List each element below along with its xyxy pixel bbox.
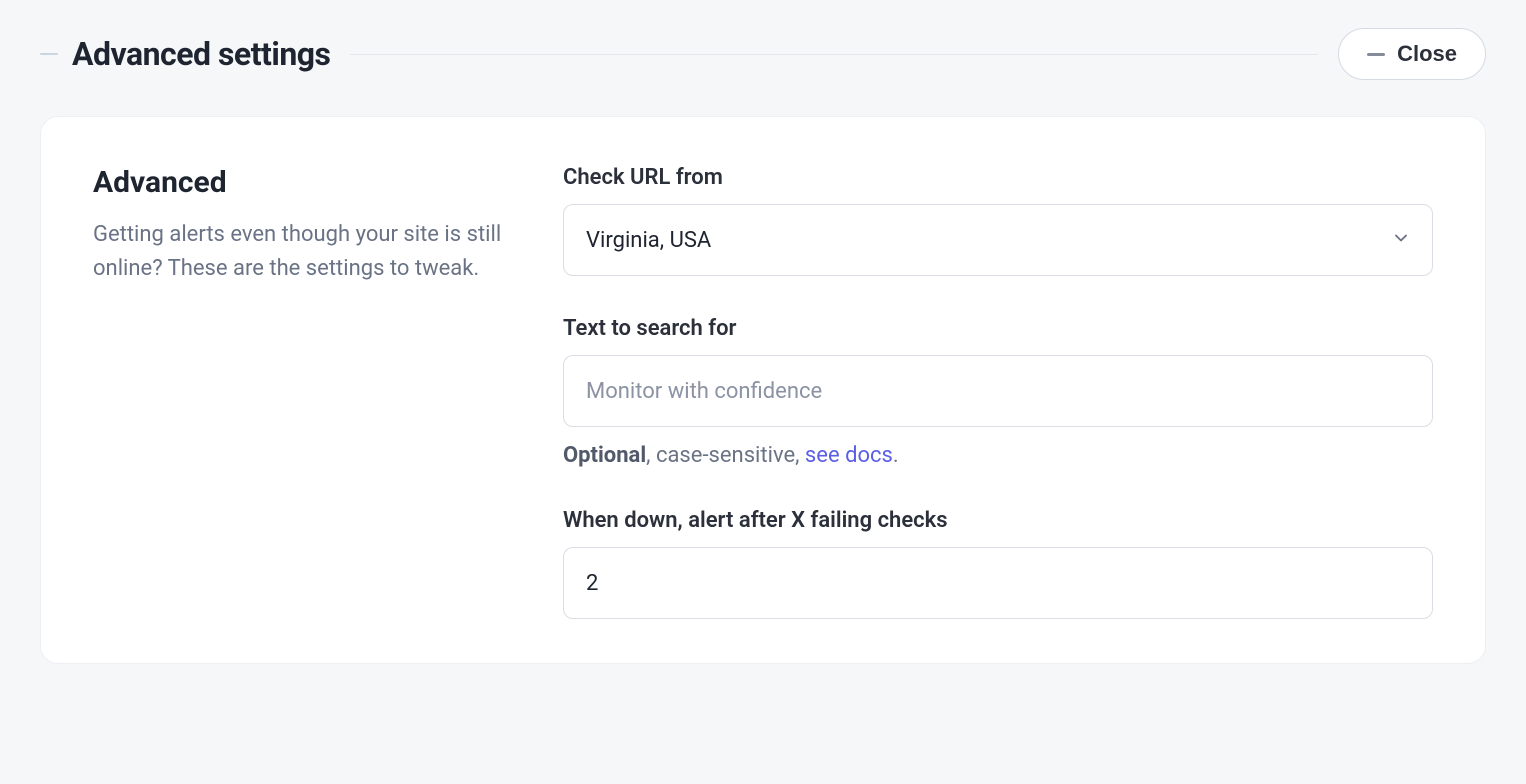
help-text-part: , case-sensitive, [646, 443, 805, 468]
minus-icon [40, 53, 58, 55]
help-suffix: . [893, 443, 899, 468]
see-docs-link[interactable]: see docs [805, 443, 893, 468]
alert-after-label: When down, alert after X failing checks [563, 508, 1433, 533]
minus-icon [1367, 53, 1385, 56]
field-alert-after: When down, alert after X failing checks [563, 508, 1433, 619]
help-strong: Optional [563, 443, 646, 468]
close-button[interactable]: Close [1338, 28, 1486, 80]
divider [350, 54, 1318, 55]
advanced-title: Advanced [93, 165, 503, 200]
section-title: Advanced settings [72, 35, 330, 73]
close-label: Close [1397, 41, 1457, 67]
section-header: Advanced settings Close [0, 0, 1526, 80]
advanced-intro: Advanced Getting alerts even though your… [93, 165, 503, 619]
text-search-label: Text to search for [563, 316, 1433, 341]
check-url-select-wrap: Virginia, USA [563, 204, 1433, 276]
advanced-fields: Check URL from Virginia, USA Text to sea… [563, 165, 1433, 619]
field-text-search: Text to search for Optional, case-sensit… [563, 316, 1433, 468]
advanced-description: Getting alerts even though your site is … [93, 218, 503, 286]
check-url-label: Check URL from [563, 165, 1433, 190]
advanced-card: Advanced Getting alerts even though your… [40, 116, 1486, 664]
text-search-help: Optional, case-sensitive, see docs. [563, 443, 1433, 468]
check-url-select[interactable]: Virginia, USA [563, 204, 1433, 276]
section-header-left: Advanced settings [40, 35, 330, 73]
alert-after-input[interactable] [563, 547, 1433, 619]
field-check-url: Check URL from Virginia, USA [563, 165, 1433, 276]
text-search-input[interactable] [563, 355, 1433, 427]
